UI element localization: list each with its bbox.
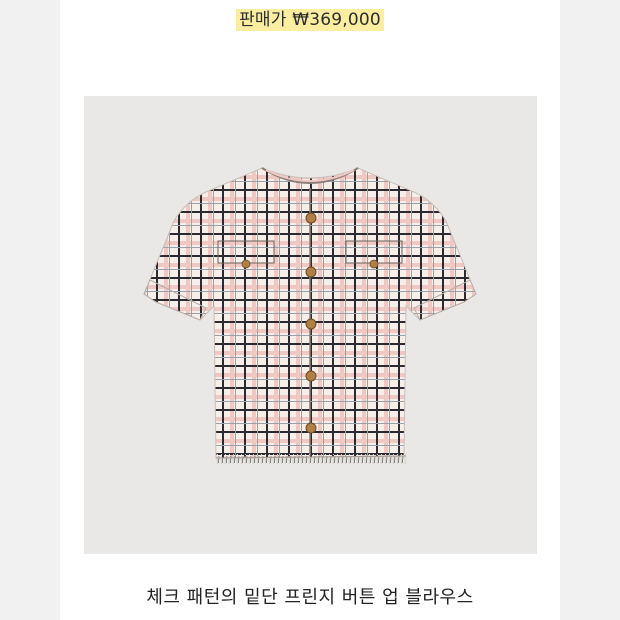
product-card: 판매가 ₩369,000 체크 패턴의 밑단 프린지 버튼 업 블라우스	[60, 0, 560, 620]
hem-fringe	[216, 454, 406, 464]
product-title: 체크 패턴의 밑단 프린지 버튼 업 블라우스	[146, 587, 474, 608]
jacket-illustration	[143, 167, 477, 464]
price-label: 판매가 ₩369,000	[236, 9, 384, 31]
price-row: 판매가 ₩369,000	[60, 5, 560, 31]
product-image[interactable]	[84, 96, 537, 554]
